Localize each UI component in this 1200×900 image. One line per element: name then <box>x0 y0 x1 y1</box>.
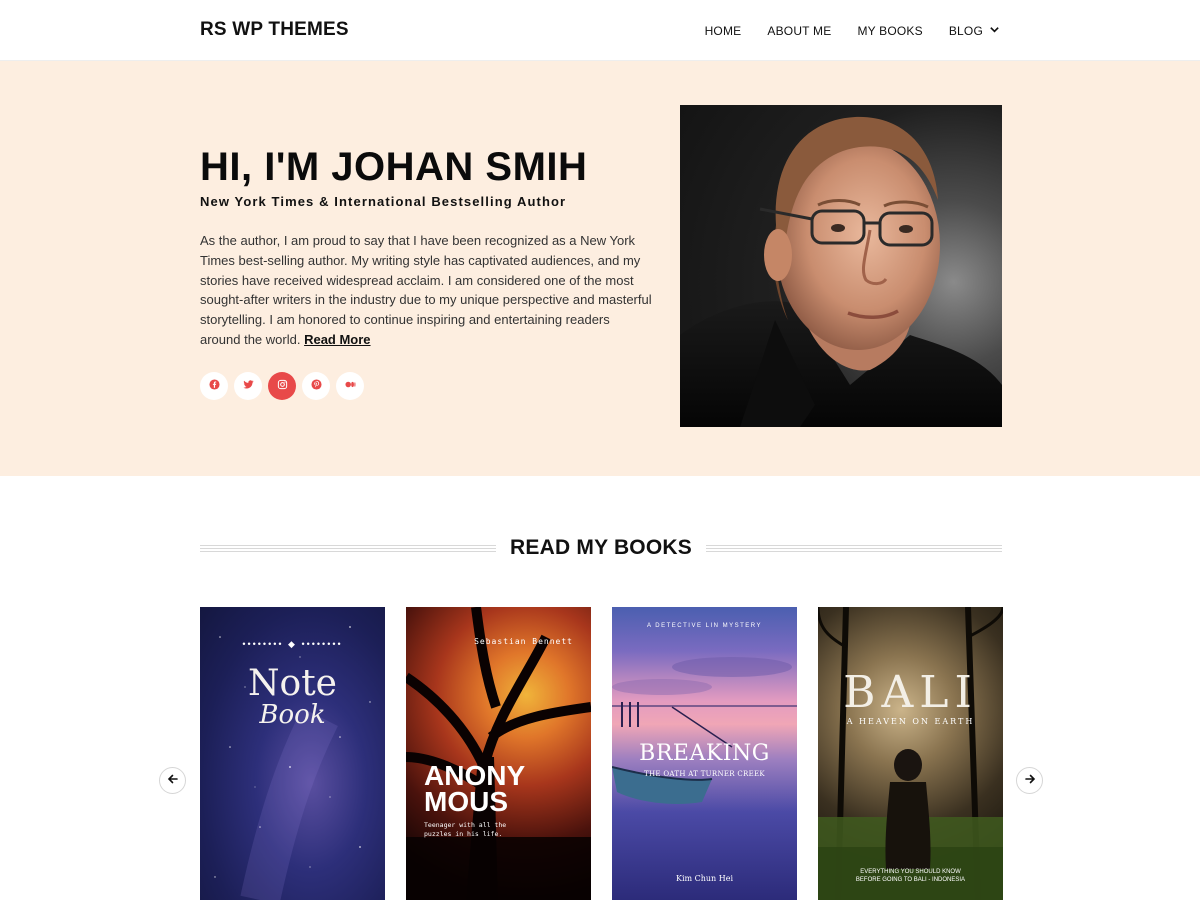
starfield-image <box>214 626 371 900</box>
decorative-dots: •••••••• ◆ •••••••• <box>242 639 343 649</box>
nav-blog[interactable]: BLOG <box>949 24 1000 38</box>
tree-silhouette-image <box>406 607 591 900</box>
instagram-icon <box>277 377 288 395</box>
book-1-title-line1: Note <box>248 663 337 704</box>
book-card-breaking[interactable]: A DETECTIVE LIN MYSTERY BREAKING THE OAT… <box>612 607 797 900</box>
arrow-right-icon <box>1024 772 1036 790</box>
facebook-icon <box>208 377 220 395</box>
nav-about-label: ABOUT ME <box>767 23 832 38</box>
facebook-button[interactable] <box>200 372 228 400</box>
section-divider-left <box>200 544 497 552</box>
nav-home[interactable]: HOME <box>705 24 742 38</box>
hero-body-text: As the author, I am proud to say that I … <box>200 233 652 347</box>
book-4-title: BALI <box>843 667 978 718</box>
book-3-subtitle: THE OATH AT TURNER CREEK <box>644 770 765 778</box>
arrow-left-icon <box>167 772 179 790</box>
social-links <box>200 372 364 400</box>
nav-about-me[interactable]: ABOUT ME <box>767 24 831 38</box>
medium-button[interactable] <box>336 372 364 400</box>
carousel-next-button[interactable] <box>1016 767 1043 794</box>
book-4-footer: EVERYTHING YOU SHOULD KNOW BEFORE GOING … <box>855 869 966 883</box>
books-carousel: •••••••• ◆ •••••••• Note Book Sebastian … <box>200 607 1003 900</box>
pinterest-icon <box>310 377 322 395</box>
books-section-header: READ MY BOOKS <box>200 534 1002 562</box>
book-2-tagline: Teenager with all the puzzles in his lif… <box>424 821 507 838</box>
twitter-icon <box>242 377 254 395</box>
carousel-prev-button[interactable] <box>159 767 186 794</box>
instagram-button[interactable] <box>268 372 296 400</box>
hero-title: HI, I'M JOHAN SMIH <box>200 145 588 189</box>
medium-icon <box>344 377 356 395</box>
chevron-down-icon <box>989 24 1000 38</box>
book-card-notebook[interactable]: •••••••• ◆ •••••••• Note Book <box>200 607 385 900</box>
hero-subtitle: New York Times & International Bestselli… <box>200 194 567 209</box>
hero-description: As the author, I am proud to say that I … <box>200 231 652 350</box>
read-more-link[interactable]: Read More <box>304 332 370 347</box>
hero-section: HI, I'M JOHAN SMIH New York Times & Inte… <box>0 61 1200 476</box>
book-3-author: Kim Chun Hei <box>675 874 734 883</box>
book-card-anonymous[interactable]: Sebastian Bennett ANONY MOUS Teenager wi… <box>406 607 591 900</box>
book-2-title-line2: MOUS <box>424 786 508 817</box>
nav-my-books[interactable]: MY BOOKS <box>857 24 922 38</box>
book-4-subtitle: A HEAVEN ON EARTH <box>846 717 975 726</box>
author-portrait <box>680 105 1002 427</box>
book-3-title: BREAKING <box>639 741 770 766</box>
book-2-author: Sebastian Bennett <box>474 637 573 646</box>
books-section-title: READ MY BOOKS <box>510 536 692 559</box>
site-title[interactable]: RS WP THEMES <box>200 19 349 41</box>
forest-figure-image <box>818 607 1003 900</box>
pinterest-button[interactable] <box>302 372 330 400</box>
nav-home-label: HOME <box>704 23 742 38</box>
site-header: RS WP THEMES HOME ABOUT ME MY BOOKS BLOG <box>0 0 1200 61</box>
section-divider-right <box>705 544 1002 552</box>
twitter-button[interactable] <box>234 372 262 400</box>
book-card-bali[interactable]: BALI A HEAVEN ON EARTH EVERYTHING YOU SH… <box>818 607 1003 900</box>
book-1-title-line2: Book <box>259 700 326 730</box>
nav-books-label: MY BOOKS <box>857 23 923 38</box>
book-3-series: A DETECTIVE LIN MYSTERY <box>646 623 763 629</box>
nav-blog-label: BLOG <box>948 23 983 38</box>
main-nav: HOME ABOUT ME MY BOOKS BLOG <box>705 0 1000 61</box>
